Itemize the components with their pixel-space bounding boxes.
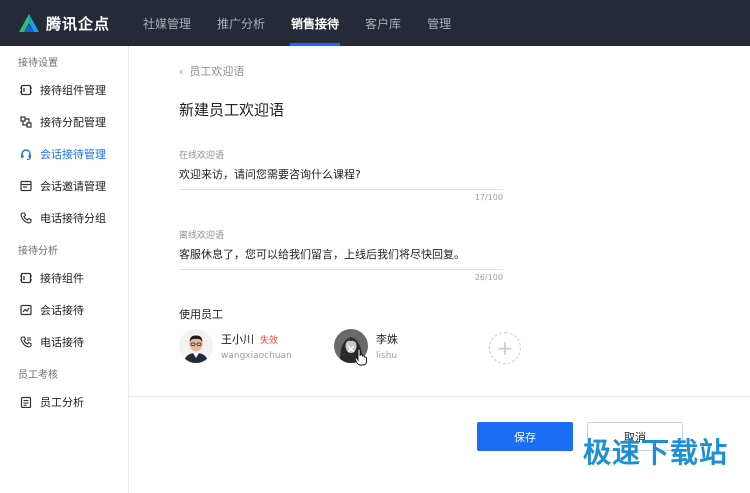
sidebar-group-title: 员工考核 — [18, 370, 58, 381]
avatar — [179, 329, 213, 363]
main-nav: 社媒管理 推广分析 销售接待 客户库 管理 — [130, 0, 464, 46]
sidebar-item-assign-management[interactable]: 接待分配管理 — [0, 106, 128, 138]
sidebar-item-label: 电话接待分组 — [40, 212, 106, 225]
sidebar-item-label: 会话接待 — [40, 304, 84, 317]
brand-name: 腾讯企点 — [46, 14, 111, 33]
phone-call-icon — [20, 336, 32, 348]
staff-card[interactable]: 王小川 失效 wangxiaochuan — [179, 329, 292, 363]
plus-icon: + — [496, 336, 514, 360]
offline-greeting-label: 离线欢迎语 — [179, 231, 225, 241]
save-button[interactable]: 保存 — [477, 422, 573, 451]
sidebar: 接待设置 接待组件管理 接待分配管理 会话接待管理 会话邀请管理 电话接待分组 … — [0, 46, 129, 493]
breadcrumb-label: 员工欢迎语 — [189, 65, 245, 78]
hand-cursor-icon — [354, 348, 367, 366]
sidebar-item-label: 员工分析 — [40, 396, 84, 409]
brand[interactable]: 腾讯企点 — [0, 13, 128, 34]
offline-greeting-input[interactable]: 客服休息了，您可以给我们留言，上线后我们将尽快回复。 — [179, 246, 503, 270]
divider — [129, 396, 750, 397]
staff-section-title: 使用员工 — [179, 308, 223, 321]
watermark: 极速下载站 — [582, 436, 728, 469]
sidebar-item-label: 电话接待 — [40, 336, 84, 349]
widget-icon — [20, 84, 32, 96]
nav-tab-sales-reception[interactable]: 销售接待 — [278, 0, 352, 46]
sidebar-item-label: 会话邀请管理 — [40, 180, 106, 193]
staff-account: wangxiaochuan — [221, 351, 292, 361]
page-title: 新建员工欢迎语 — [179, 101, 285, 119]
online-greeting-char-count: 17/100 — [474, 193, 503, 202]
sidebar-item-staff-analysis[interactable]: 员工分析 — [0, 386, 128, 418]
chat-chart-icon — [20, 304, 32, 316]
top-navigation-bar: 腾讯企点 社媒管理 推广分析 销售接待 客户库 管理 — [0, 0, 750, 46]
sidebar-group-title: 接待分析 — [18, 246, 58, 257]
online-greeting-field: 在线欢迎语 欢迎来访，请问您需要咨询什么课程? 17/100 — [179, 148, 503, 202]
assign-icon — [20, 116, 32, 128]
nav-tab-customer-library[interactable]: 客户库 — [352, 0, 414, 46]
staff-name-row: 王小川 失效 — [221, 331, 292, 347]
sidebar-item-widget-analysis[interactable]: 接待组件 — [0, 262, 128, 294]
clipboard-icon — [20, 396, 32, 408]
nav-tab-promotion-analysis[interactable]: 推广分析 — [204, 0, 278, 46]
sidebar-item-chat-invite-management[interactable]: 会话邀请管理 — [0, 170, 128, 202]
sidebar-item-label: 会话接待管理 — [40, 148, 106, 161]
tencent-qidian-logo-icon — [19, 14, 39, 32]
nav-tab-management[interactable]: 管理 — [414, 0, 464, 46]
staff-account: lishu — [376, 351, 398, 361]
add-staff-button[interactable]: + — [489, 332, 521, 364]
staff-name: 王小川 — [221, 333, 254, 346]
sidebar-group-title: 接待设置 — [18, 58, 58, 69]
component-icon — [20, 272, 32, 284]
sidebar-item-label: 接待组件管理 — [40, 84, 106, 97]
sidebar-item-label: 接待分配管理 — [40, 116, 106, 129]
staff-status-badge: 失效 — [260, 336, 279, 346]
phone-icon — [20, 212, 32, 224]
sidebar-item-phone-group[interactable]: 电话接待分组 — [0, 202, 128, 234]
offline-greeting-char-count: 26/100 — [474, 273, 503, 282]
online-greeting-label: 在线欢迎语 — [179, 151, 225, 161]
online-greeting-input[interactable]: 欢迎来访，请问您需要咨询什么课程? — [179, 166, 503, 190]
sidebar-item-widget-management[interactable]: 接待组件管理 — [0, 74, 128, 106]
breadcrumb-back[interactable]: ‹ 员工欢迎语 — [179, 63, 244, 79]
sidebar-item-label: 接待组件 — [40, 272, 84, 285]
sidebar-item-chat-reception-management[interactable]: 会话接待管理 — [0, 138, 128, 170]
headset-icon — [20, 148, 32, 160]
offline-greeting-field: 离线欢迎语 客服休息了，您可以给我们留言，上线后我们将尽快回复。 26/100 — [179, 228, 503, 282]
sidebar-item-phone-analysis[interactable]: 电话接待 — [0, 326, 128, 358]
staff-name: 李姝 — [376, 333, 398, 346]
main-content: ‹ 员工欢迎语 新建员工欢迎语 在线欢迎语 欢迎来访，请问您需要咨询什么课程? … — [129, 46, 750, 493]
sidebar-item-chat-analysis[interactable]: 会话接待 — [0, 294, 128, 326]
chevron-left-icon: ‹ — [179, 64, 184, 78]
nav-tab-social-media[interactable]: 社媒管理 — [130, 0, 204, 46]
invite-icon — [20, 180, 32, 192]
